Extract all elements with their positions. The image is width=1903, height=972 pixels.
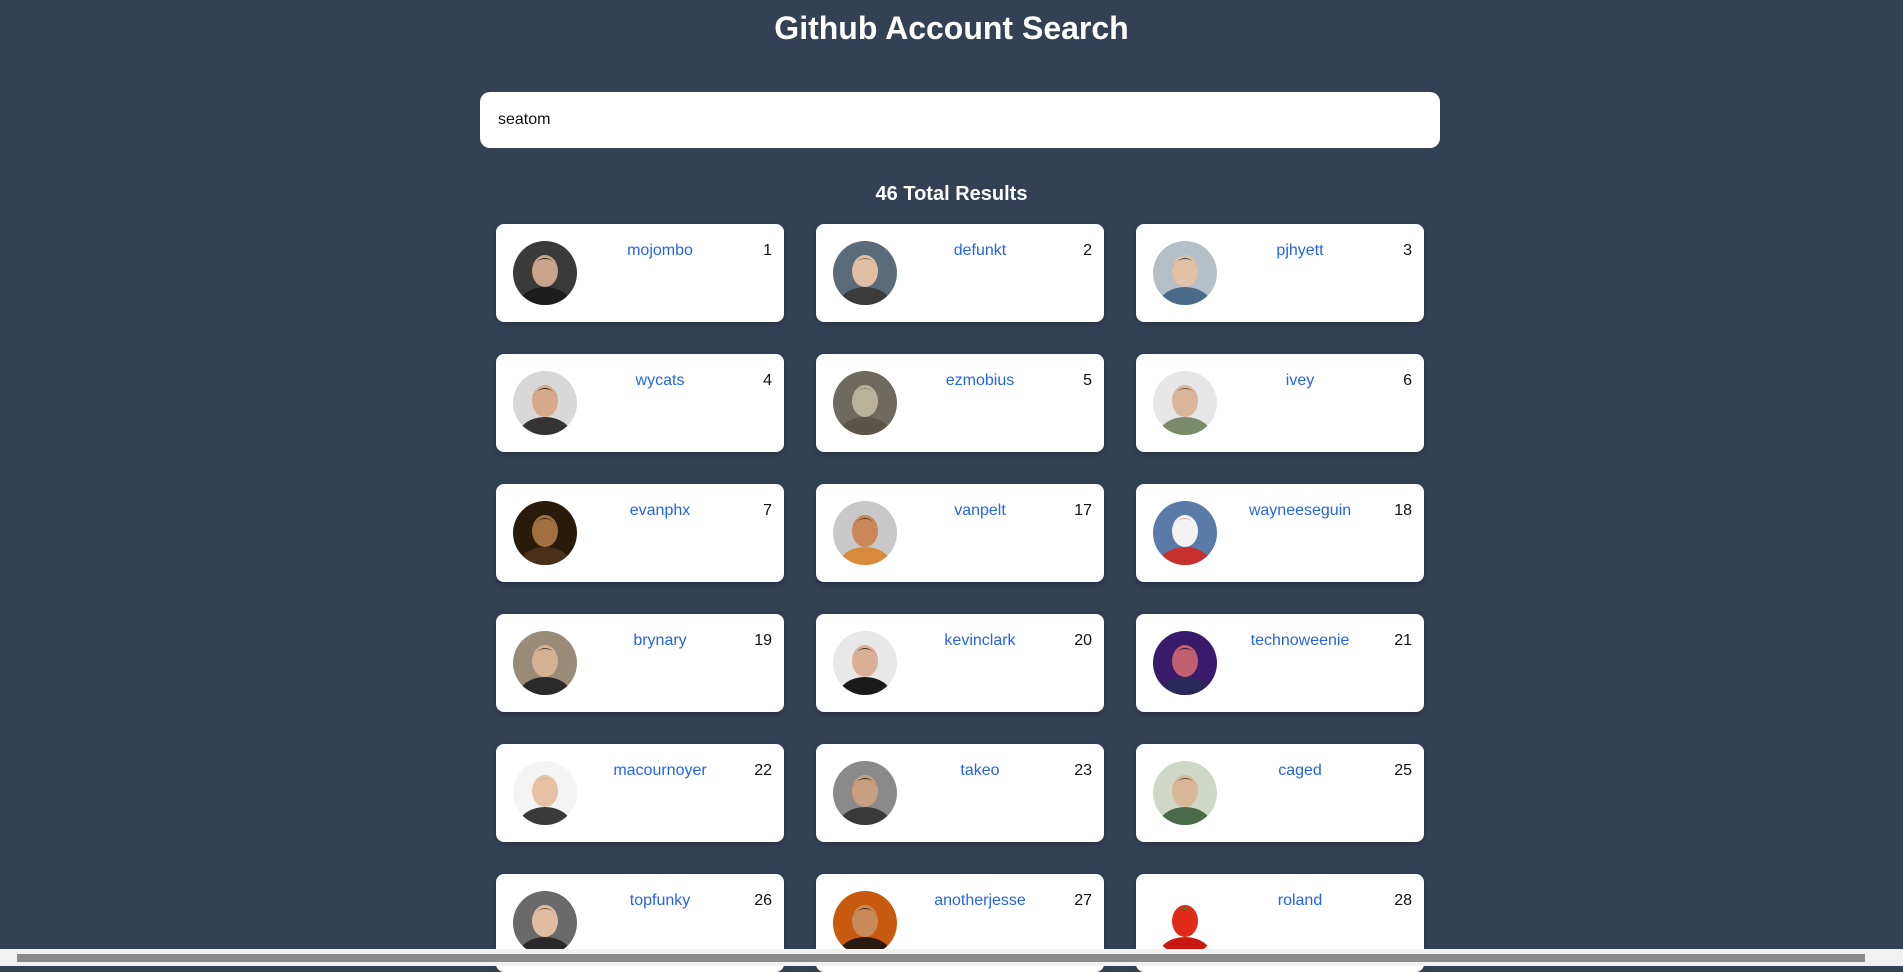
user-id: 18 (1394, 502, 1412, 519)
user-login-link[interactable]: anotherjesse (896, 892, 1064, 910)
user-card[interactable]: pjhyett 3 (1136, 224, 1424, 322)
user-card[interactable]: brynary 19 (496, 614, 784, 712)
user-id: 2 (1083, 242, 1092, 259)
user-id: 28 (1394, 892, 1412, 909)
avatar[interactable] (1153, 761, 1217, 825)
user-login-link[interactable]: vanpelt (896, 502, 1064, 520)
user-login-link[interactable]: ezmobius (896, 372, 1064, 390)
user-card[interactable]: wayneeseguin 18 (1136, 484, 1424, 582)
user-login-link[interactable]: wayneeseguin (1216, 502, 1384, 520)
avatar[interactable] (833, 501, 897, 565)
user-login-link[interactable]: technoweenie (1216, 632, 1384, 650)
user-login-link[interactable]: roland (1216, 892, 1384, 910)
results-count: 46 Total Results (875, 183, 1028, 205)
user-id: 6 (1403, 372, 1412, 389)
user-login-link[interactable]: pjhyett (1216, 242, 1384, 260)
user-card[interactable]: caged 25 (1136, 744, 1424, 842)
user-login-link[interactable]: topfunky (576, 892, 744, 910)
user-id: 26 (754, 892, 772, 909)
user-login-link[interactable]: defunkt (896, 242, 1064, 260)
user-login-link[interactable]: caged (1216, 762, 1384, 780)
user-id: 17 (1074, 502, 1092, 519)
avatar[interactable] (513, 631, 577, 695)
user-card[interactable]: takeo 23 (816, 744, 1104, 842)
avatar[interactable] (1153, 241, 1217, 305)
results-grid: mojombo 1 defunkt 2 pjhyett 3 wycats 4 ezmobius 5… (496, 224, 1424, 972)
user-id: 1 (763, 242, 772, 259)
page-title: Github Account Search (774, 10, 1129, 46)
user-card[interactable]: technoweenie 21 (1136, 614, 1424, 712)
user-card[interactable]: kevinclark 20 (816, 614, 1104, 712)
user-card[interactable]: ezmobius 5 (816, 354, 1104, 452)
avatar[interactable] (1153, 501, 1217, 565)
user-id: 27 (1074, 892, 1092, 909)
user-login-link[interactable]: evanphx (576, 502, 744, 520)
user-id: 5 (1083, 372, 1092, 389)
user-card[interactable]: mojombo 1 (496, 224, 784, 322)
avatar[interactable] (833, 371, 897, 435)
scrollbar-thumb[interactable] (17, 954, 1865, 962)
avatar[interactable] (513, 371, 577, 435)
avatar[interactable] (833, 761, 897, 825)
user-card[interactable]: macournoyer 22 (496, 744, 784, 842)
user-card[interactable]: vanpelt 17 (816, 484, 1104, 582)
user-card[interactable]: evanphx 7 (496, 484, 784, 582)
user-id: 20 (1074, 632, 1092, 649)
user-id: 3 (1403, 242, 1412, 259)
user-login-link[interactable]: takeo (896, 762, 1064, 780)
user-card[interactable]: ivey 6 (1136, 354, 1424, 452)
avatar[interactable] (513, 501, 577, 565)
user-id: 21 (1394, 632, 1412, 649)
avatar[interactable] (833, 891, 897, 955)
user-login-link[interactable]: ivey (1216, 372, 1384, 390)
user-id: 25 (1394, 762, 1412, 779)
user-card[interactable]: defunkt 2 (816, 224, 1104, 322)
avatar[interactable] (1153, 371, 1217, 435)
user-login-link[interactable]: wycats (576, 372, 744, 390)
avatar[interactable] (513, 241, 577, 305)
user-login-link[interactable]: brynary (576, 632, 744, 650)
avatar[interactable] (1153, 631, 1217, 695)
avatar[interactable] (513, 891, 577, 955)
user-id: 22 (754, 762, 772, 779)
user-id: 23 (1074, 762, 1092, 779)
user-id: 4 (763, 372, 772, 389)
user-login-link[interactable]: macournoyer (576, 762, 744, 780)
search-box[interactable] (480, 91, 1440, 149)
avatar[interactable] (833, 241, 897, 305)
user-login-link[interactable]: kevinclark (896, 632, 1064, 650)
user-login-link[interactable]: mojombo (576, 242, 744, 260)
horizontal-scrollbar[interactable] (0, 949, 1903, 966)
search-input[interactable] (496, 91, 1424, 149)
user-id: 19 (754, 632, 772, 649)
avatar[interactable] (1153, 891, 1217, 955)
user-card[interactable]: wycats 4 (496, 354, 784, 452)
avatar[interactable] (513, 761, 577, 825)
avatar[interactable] (833, 631, 897, 695)
user-id: 7 (763, 502, 772, 519)
